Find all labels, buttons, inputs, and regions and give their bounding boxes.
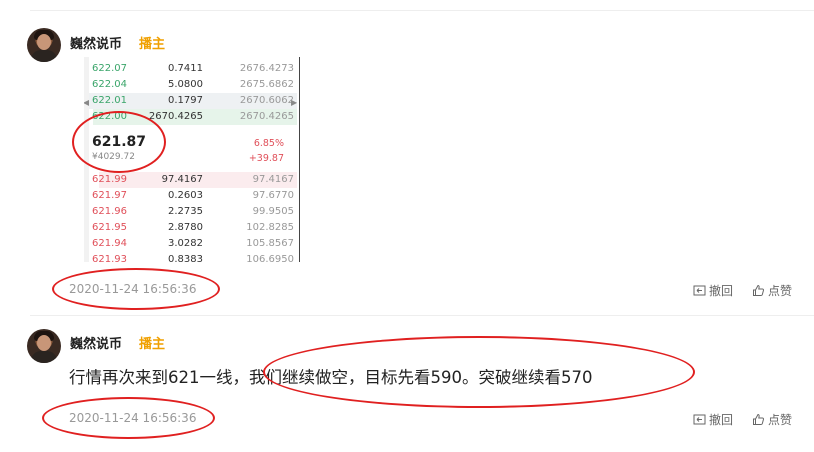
ask-qty: 5.0800 xyxy=(168,79,203,90)
ask-price: 622.01 xyxy=(92,95,127,106)
ask-total: 2670.6062 xyxy=(239,95,294,106)
withdraw-label: 撤回 xyxy=(709,284,734,298)
author-name[interactable]: 巍然说币 xyxy=(70,333,122,352)
bid-qty: 0.2603 xyxy=(168,190,203,201)
ask-qty: 0.1797 xyxy=(168,95,203,106)
bid-total: 99.9505 xyxy=(252,206,294,217)
withdraw-button[interactable]: 撤回 xyxy=(693,282,733,299)
thumbs-up-icon xyxy=(753,284,764,296)
annotation-circle-text xyxy=(263,336,695,408)
ask-total: 2676.4273 xyxy=(239,63,294,74)
orderbook-bid-row: 621.94 3.0282 105.8567 xyxy=(89,236,297,252)
orderbook-ask-row: 622.04 5.0800 2675.6862 xyxy=(89,77,297,93)
bid-total: 105.8567 xyxy=(246,238,294,249)
orderbook-bid-row: 621.96 2.2735 99.9505 xyxy=(89,204,297,220)
like-label: 点赞 xyxy=(768,413,793,427)
bid-qty: 2.2735 xyxy=(168,206,203,217)
bid-price: 621.97 xyxy=(92,190,127,201)
orderbook-bid-row: 621.93 0.8383 106.6950 xyxy=(89,252,297,262)
orderbook-bid-row: 621.99 97.4167 97.4167 xyxy=(89,172,297,188)
change-percent: 6.85% xyxy=(253,138,284,149)
bid-qty: 97.4167 xyxy=(161,174,203,185)
bid-total: 97.6770 xyxy=(252,190,294,201)
thumbs-up-icon xyxy=(753,413,764,425)
like-label: 点赞 xyxy=(768,284,793,298)
withdraw-icon xyxy=(693,285,706,296)
top-divider xyxy=(30,10,814,11)
annotation-circle-price xyxy=(72,111,166,173)
bid-price: 621.93 xyxy=(92,254,127,262)
annotation-circle-timestamp-2 xyxy=(42,397,215,439)
ask-total: 2675.6862 xyxy=(239,79,294,90)
bid-total: 102.8285 xyxy=(246,222,294,233)
arrow-right-icon: ▶ xyxy=(291,98,298,107)
like-button[interactable]: 点赞 xyxy=(752,282,792,299)
author-name[interactable]: 巍然说币 xyxy=(70,33,122,52)
bid-price: 621.94 xyxy=(92,238,127,249)
like-button[interactable]: 点赞 xyxy=(752,411,792,428)
annotation-circle-timestamp-1 xyxy=(52,268,220,310)
bid-total: 106.6950 xyxy=(246,254,294,262)
orderbook-bid-row: 621.97 0.2603 97.6770 xyxy=(89,188,297,204)
bid-price: 621.99 xyxy=(92,174,127,185)
withdraw-label: 撤回 xyxy=(709,413,734,427)
author-avatar[interactable] xyxy=(27,28,61,62)
ask-price: 622.07 xyxy=(92,63,127,74)
post-divider xyxy=(30,315,814,316)
bid-qty: 2.8780 xyxy=(168,222,203,233)
bid-price: 621.96 xyxy=(92,206,127,217)
ask-qty: 0.7411 xyxy=(168,63,203,74)
image-edge-line xyxy=(299,57,300,262)
role-badge: 播主 xyxy=(139,337,166,352)
ask-price: 622.04 xyxy=(92,79,127,90)
bid-price: 621.95 xyxy=(92,222,127,233)
author-avatar[interactable] xyxy=(27,329,61,363)
withdraw-button[interactable]: 撤回 xyxy=(693,411,733,428)
change-amount: +39.87 xyxy=(248,153,284,164)
ask-total: 2670.4265 xyxy=(239,111,294,122)
bid-qty: 0.8383 xyxy=(168,254,203,262)
orderbook-ask-row: 622.01 0.1797 2670.6062 xyxy=(89,93,297,109)
withdraw-icon xyxy=(693,414,706,425)
orderbook-ask-row: 622.07 0.7411 2676.4273 xyxy=(89,61,297,77)
ask-qty: 2670.4265 xyxy=(148,111,203,122)
bid-qty: 3.0282 xyxy=(168,238,203,249)
role-badge: 播主 xyxy=(139,37,166,52)
orderbook-bid-row: 621.95 2.8780 102.8285 xyxy=(89,220,297,236)
bid-total: 97.4167 xyxy=(252,174,294,185)
